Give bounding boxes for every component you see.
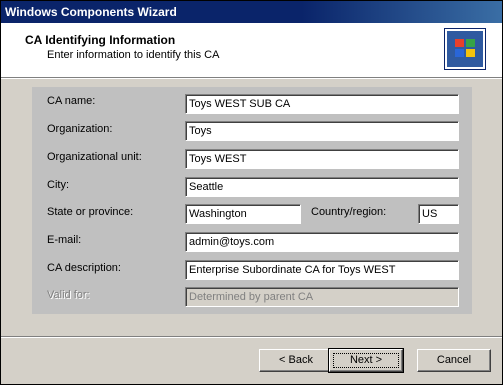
valid-for-label: Valid for: (47, 289, 90, 301)
windows-logo-icon (444, 28, 486, 70)
ca-description-label: CA description: (47, 262, 121, 274)
cancel-button[interactable]: Cancel (417, 349, 491, 372)
state-label: State or province: (47, 206, 134, 218)
org-unit-label: Organizational unit: (47, 151, 142, 163)
ca-name-label: CA name: (47, 95, 96, 107)
ca-name-input[interactable]: Toys WEST SUB CA (185, 94, 459, 114)
back-button[interactable]: < Back (259, 349, 333, 372)
ca-description-input[interactable]: Enterprise Subordinate CA for Toys WEST (185, 260, 459, 280)
wizard-header: CA Identifying Information Enter informa… (1, 23, 502, 78)
email-label: E-mail: (47, 234, 82, 246)
email-input[interactable]: admin@toys.com (185, 232, 459, 252)
state-input[interactable]: Washington (185, 204, 301, 224)
logo-red-pane-icon (455, 39, 464, 47)
next-button[interactable]: Next > (328, 348, 404, 373)
logo-yellow-pane-icon (466, 49, 475, 57)
country-label: Country/region: (311, 206, 387, 218)
logo-green-pane-icon (466, 39, 475, 47)
country-input[interactable]: US (418, 204, 459, 224)
org-unit-input[interactable]: Toys WEST (185, 149, 459, 169)
city-input[interactable]: Seattle (185, 177, 459, 197)
valid-for-field: Determined by parent CA (185, 287, 459, 307)
window-title: Windows Components Wizard (5, 5, 177, 19)
header-title: CA Identifying Information (25, 33, 176, 47)
header-subtitle: Enter information to identify this CA (47, 49, 220, 61)
city-label: City: (47, 179, 69, 191)
title-bar[interactable]: Windows Components Wizard (1, 1, 502, 23)
footer-divider (1, 336, 502, 338)
logo-blue-pane-icon (455, 49, 464, 57)
organization-label: Organization: (47, 123, 113, 135)
organization-input[interactable]: Toys (185, 121, 459, 141)
wizard-window: Windows Components Wizard CA Identifying… (0, 0, 503, 385)
header-divider (1, 78, 502, 79)
